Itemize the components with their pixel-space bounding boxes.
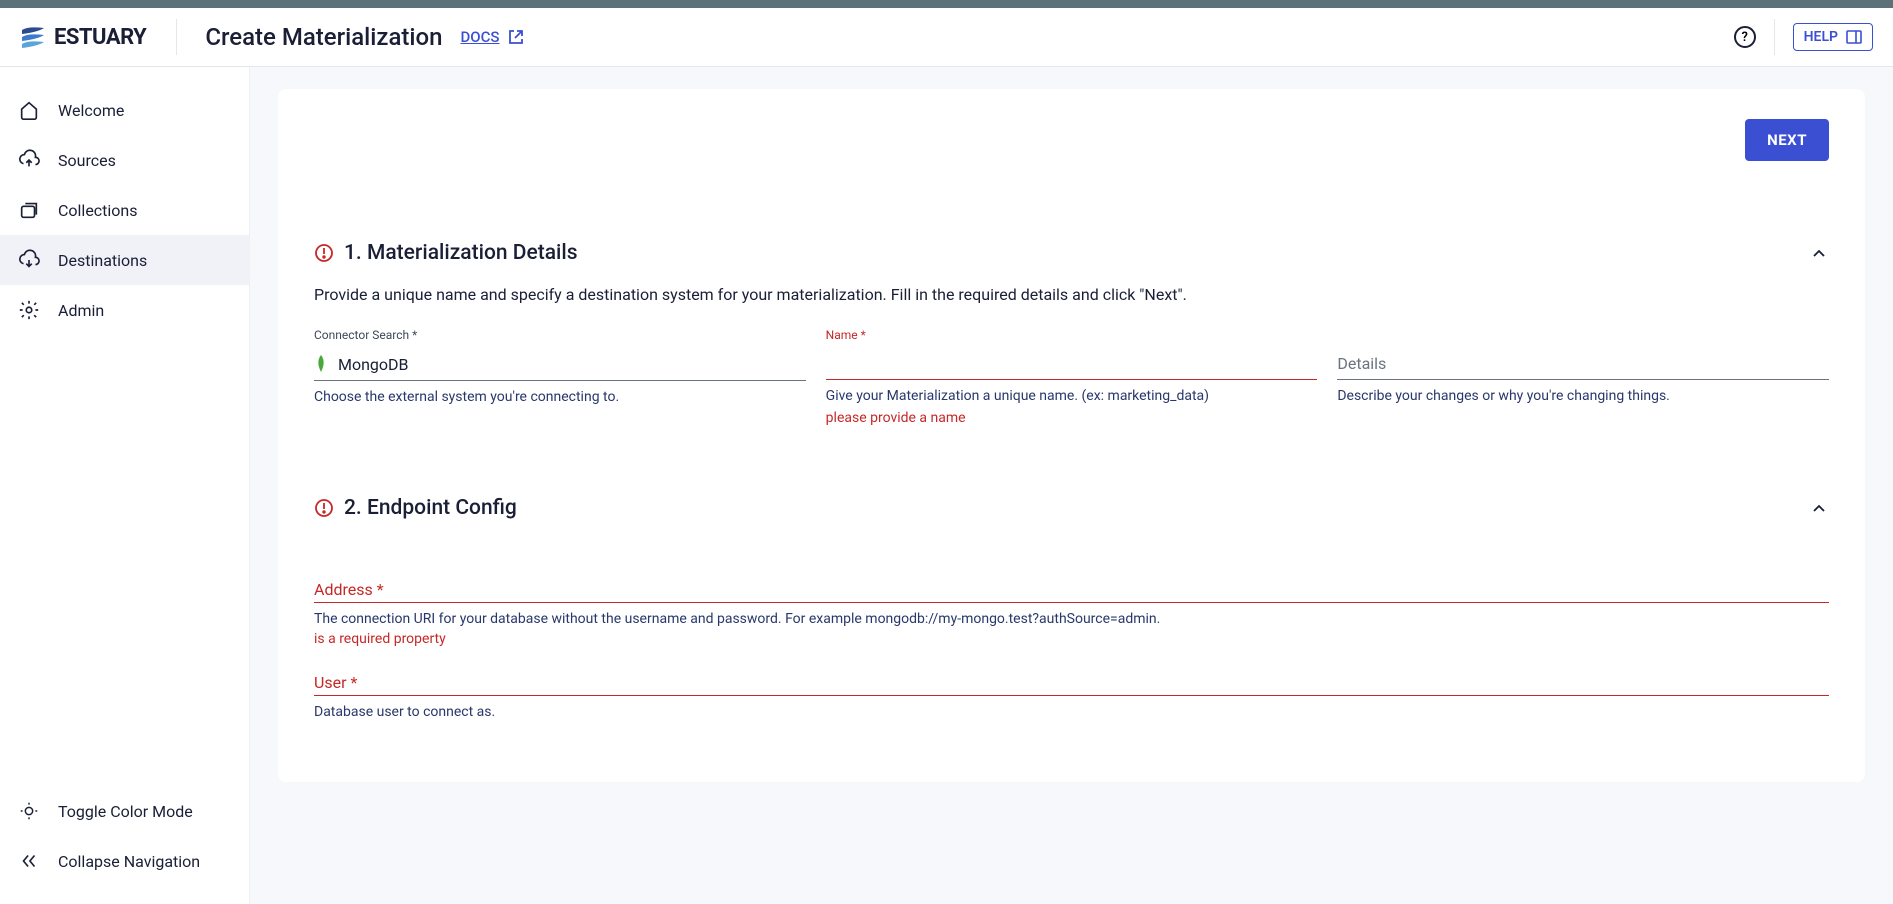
name-help: Give your Materialization a unique name.… [826,388,1318,404]
sidebar-item-admin[interactable]: Admin [0,285,249,335]
logo-icon [20,24,46,50]
sidebar-item-label: Admin [58,301,104,320]
address-label: Address * [314,580,1829,599]
question-icon: ? [1741,30,1747,45]
help-button[interactable]: HELP [1793,23,1873,51]
collection-icon [18,199,40,221]
details-input-wrap [1337,348,1829,380]
address-help: The connection URI for your database wit… [314,611,1829,627]
address-error: is a required property [314,631,1829,647]
sun-icon [18,800,40,822]
name-field: Name * Give your Materialization a uniqu… [826,328,1318,426]
user-label: User * [314,673,1829,692]
details-input[interactable] [1337,354,1829,373]
connector-label: Connector Search * [314,328,806,342]
top-strip [0,0,1893,8]
logo[interactable]: ESTUARY [20,24,146,50]
name-error: please provide a name [826,410,1318,426]
sidebar: Welcome Sources Collections Destinations… [0,67,250,904]
sidebar-item-label: Collections [58,201,138,220]
chevron-left-icon [18,850,40,872]
user-field: User * Database user to connect as. [314,673,1829,720]
section-2-header[interactable]: 2. Endpoint Config [314,496,1829,520]
sidebar-item-destinations[interactable]: Destinations [0,235,249,285]
connector-value: MongoDB [338,355,409,374]
form-card: NEXT 1. Materialization Details Provide … [278,89,1865,782]
sidebar-item-label: Sources [58,151,116,170]
section-1-description: Provide a unique name and specify a dest… [314,285,1829,304]
user-help: Database user to connect as. [314,704,1829,720]
sidebar-item-label: Destinations [58,251,147,270]
details-help: Describe your changes or why you're chan… [1337,388,1829,404]
name-input-wrap [826,348,1318,380]
name-input[interactable] [826,354,1318,373]
toggle-color-label: Toggle Color Mode [58,802,193,821]
error-icon [314,243,334,263]
collapse-label: Collapse Navigation [58,852,200,871]
connector-field: Connector Search * MongoDB Choose the ex… [314,328,806,426]
details-label-spacer [1337,328,1829,342]
chevron-up-icon[interactable] [1809,243,1829,263]
panel-icon [1846,29,1862,45]
help-icon-button[interactable]: ? [1734,26,1756,48]
help-label: HELP [1804,29,1838,45]
cloud-upload-icon [18,149,40,171]
next-button[interactable]: NEXT [1745,119,1829,161]
logo-text: ESTUARY [54,25,146,50]
toggle-color-mode[interactable]: Toggle Color Mode [0,786,249,836]
external-link-icon [508,29,524,45]
connector-input[interactable]: MongoDB [314,348,806,381]
sidebar-item-sources[interactable]: Sources [0,135,249,185]
address-field: Address * The connection URI for your da… [314,580,1829,647]
sidebar-item-label: Welcome [58,101,124,120]
address-input[interactable] [314,601,1829,603]
page-title: Create Materialization [205,23,442,51]
chevron-up-icon[interactable] [1809,498,1829,518]
collapse-navigation[interactable]: Collapse Navigation [0,836,249,886]
section-1-title: 1. Materialization Details [344,241,1799,265]
mongodb-icon [314,354,328,374]
sidebar-item-welcome[interactable]: Welcome [0,85,249,135]
details-field: Describe your changes or why you're chan… [1337,328,1829,426]
section-2-title: 2. Endpoint Config [344,496,1799,520]
sidebar-item-collections[interactable]: Collections [0,185,249,235]
name-label: Name * [826,328,1318,342]
home-icon [18,99,40,121]
header: ESTUARY Create Materialization DOCS ? HE… [0,8,1893,67]
section-1-header[interactable]: 1. Materialization Details [314,241,1829,265]
user-input[interactable] [314,694,1829,696]
docs-link[interactable]: DOCS [461,28,524,46]
gear-icon [18,299,40,321]
error-icon [314,498,334,518]
content-area: NEXT 1. Materialization Details Provide … [250,67,1893,904]
divider [1774,19,1775,55]
cloud-download-icon [18,249,40,271]
docs-label: DOCS [461,28,500,46]
connector-help: Choose the external system you're connec… [314,389,806,405]
divider [176,19,177,55]
